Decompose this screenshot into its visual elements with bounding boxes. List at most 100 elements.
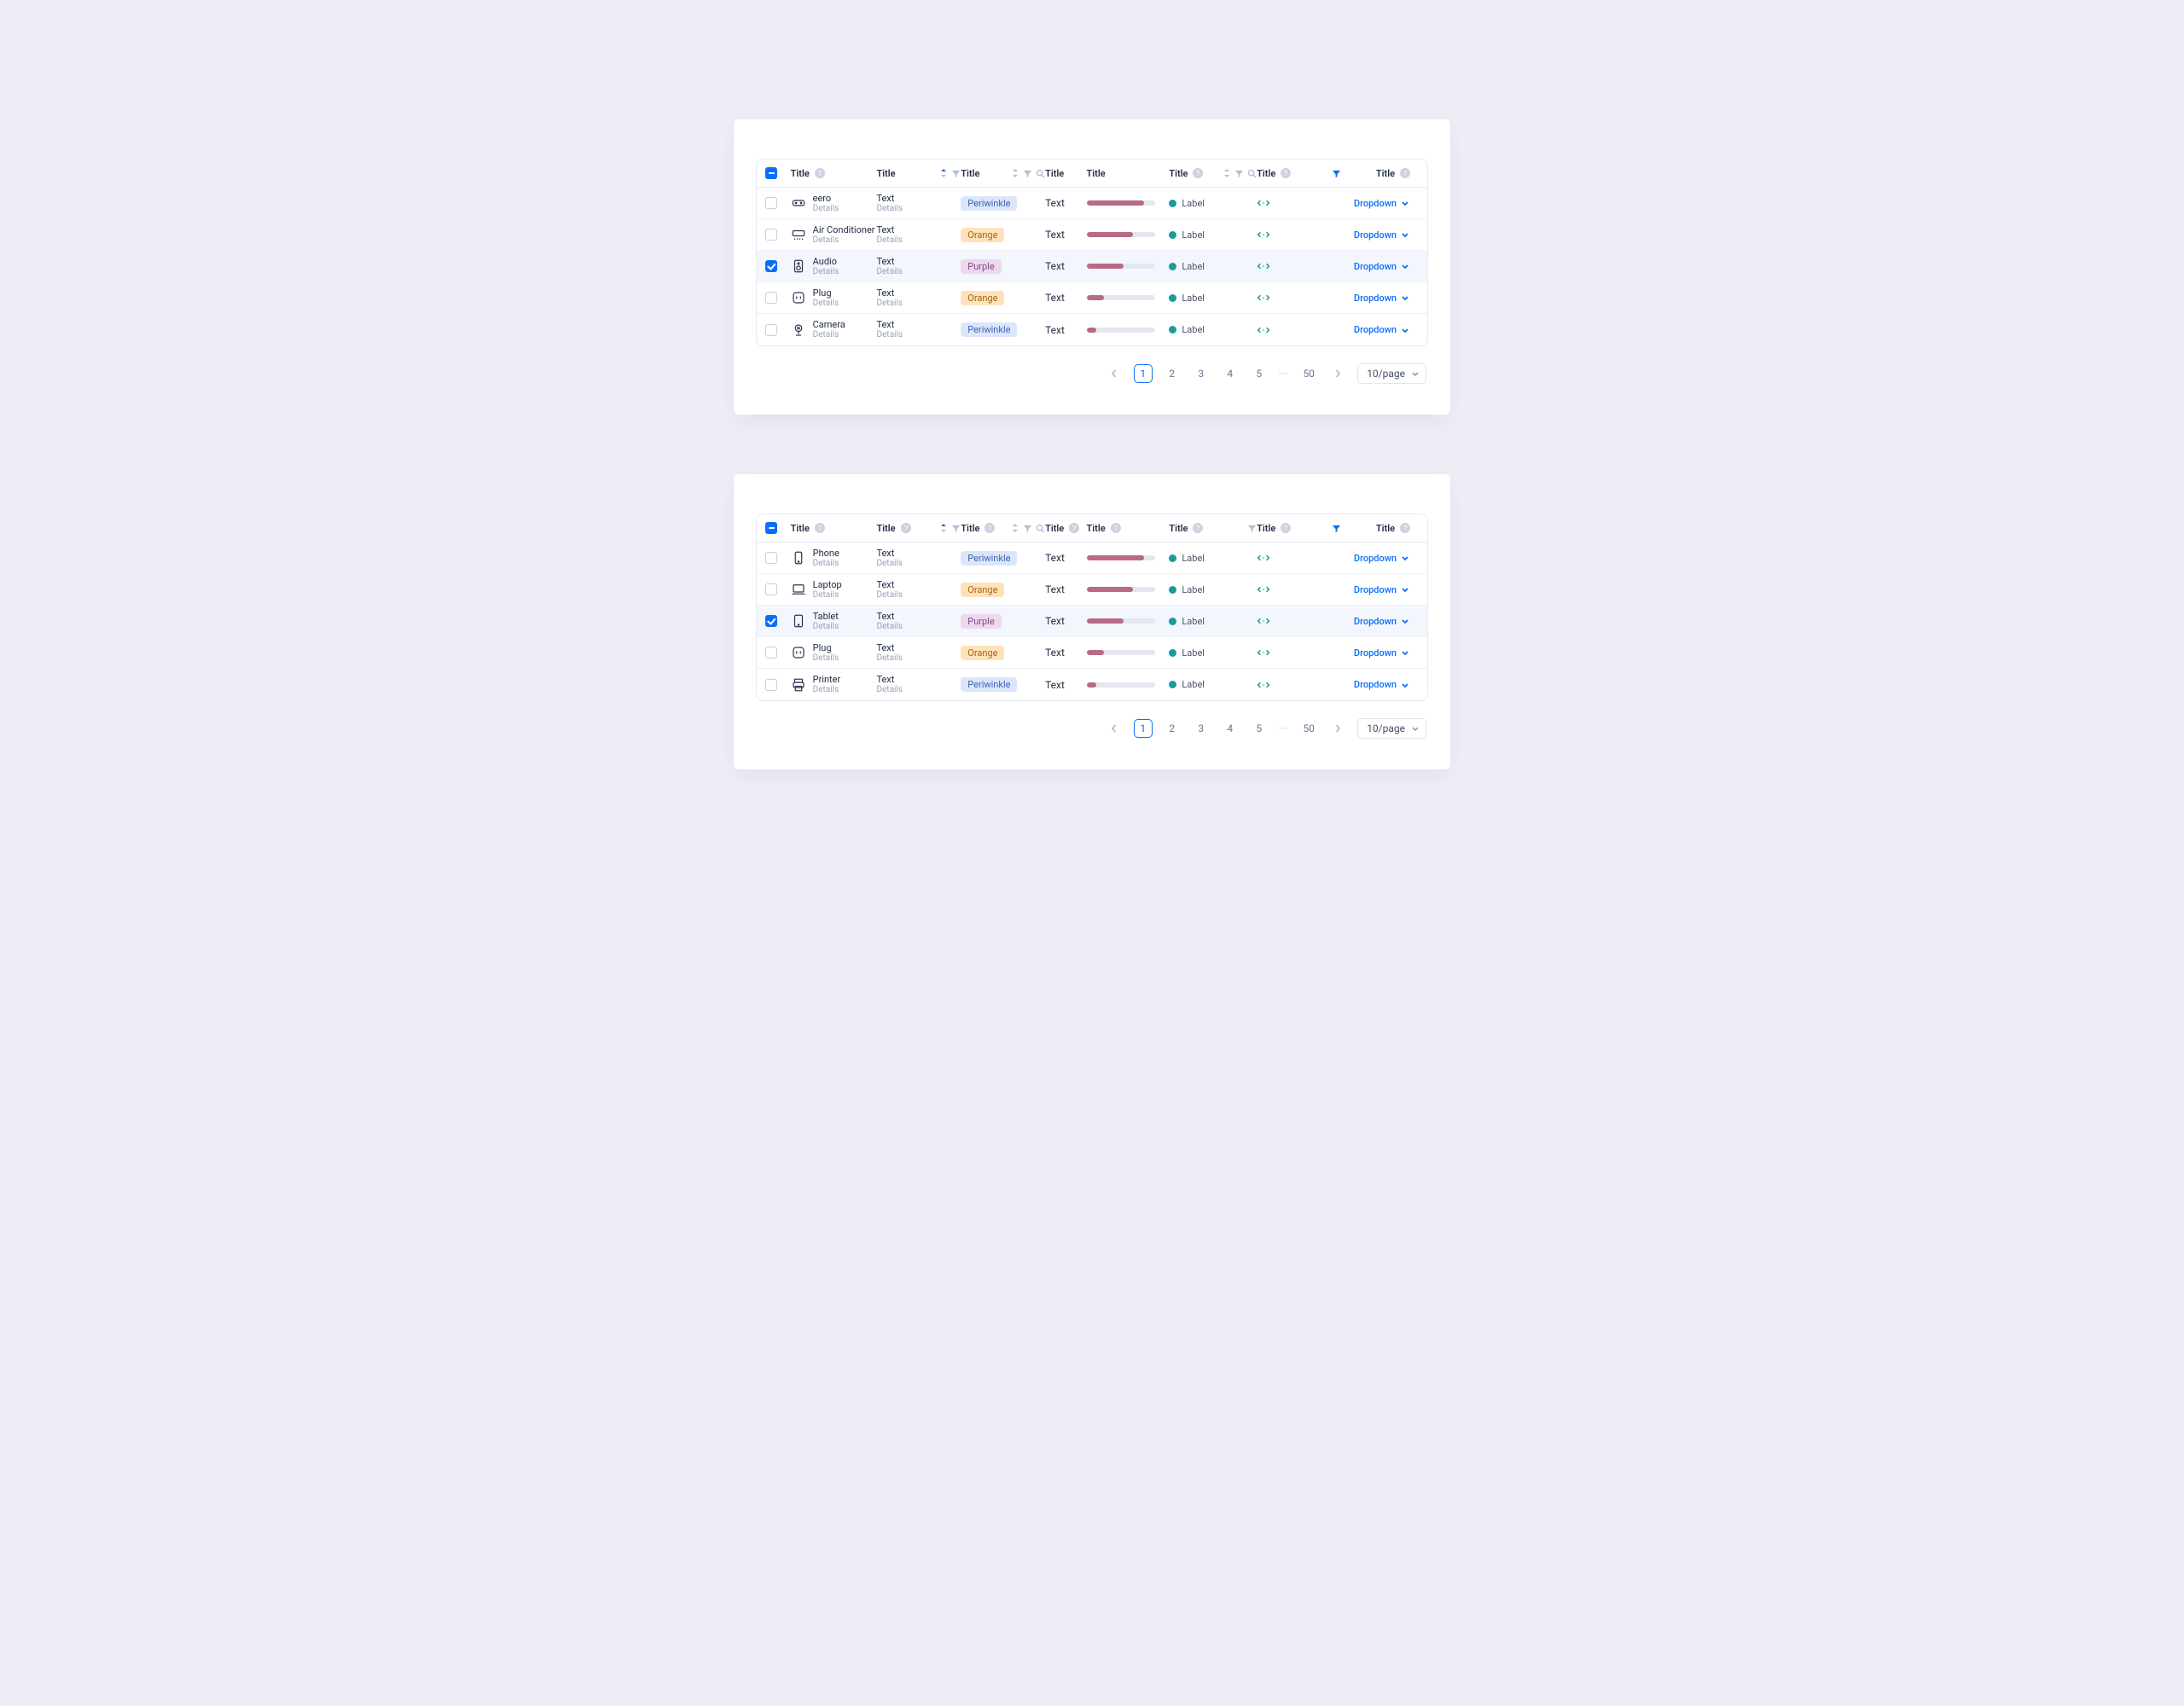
expand-icon[interactable] (1257, 229, 1270, 240)
help-icon[interactable]: ? (1193, 168, 1203, 178)
row-checkbox[interactable] (765, 292, 777, 304)
page-button[interactable]: 1 (1134, 364, 1153, 383)
row-checkbox[interactable] (765, 260, 777, 272)
search-icon[interactable] (1036, 524, 1045, 533)
col-header[interactable]: Title (1376, 523, 1395, 534)
help-icon[interactable]: ? (815, 168, 825, 178)
page-button[interactable]: 3 (1192, 719, 1211, 738)
expand-icon[interactable] (1257, 553, 1270, 563)
row-dropdown[interactable]: Dropdown (1354, 293, 1410, 304)
filter-icon[interactable] (1023, 524, 1032, 533)
row-dropdown[interactable]: Dropdown (1354, 229, 1410, 241)
help-icon[interactable]: ? (1281, 523, 1291, 533)
filter-icon[interactable] (1247, 524, 1257, 533)
help-icon[interactable]: ? (1069, 523, 1079, 533)
row-dropdown[interactable]: Dropdown (1354, 647, 1410, 659)
row-checkbox[interactable] (765, 679, 777, 691)
col-header[interactable]: Title (1257, 523, 1275, 534)
col-header[interactable]: Title (1087, 523, 1106, 534)
sort-icon[interactable] (1223, 168, 1231, 178)
page-button[interactable]: 5 (1250, 719, 1269, 738)
page-button[interactable]: 1 (1134, 719, 1153, 738)
filter-icon[interactable] (1332, 169, 1341, 178)
row-checkbox[interactable] (765, 324, 777, 336)
expand-icon[interactable] (1257, 293, 1270, 303)
text-cell: Text (1045, 615, 1065, 627)
col-header[interactable]: Title (1087, 168, 1106, 179)
expand-icon[interactable] (1257, 261, 1270, 271)
row-dropdown[interactable]: Dropdown (1354, 324, 1410, 335)
page-button[interactable]: 5 (1250, 364, 1269, 383)
row-dropdown[interactable]: Dropdown (1354, 198, 1410, 209)
expand-icon[interactable] (1257, 680, 1270, 690)
col-header[interactable]: Title (1045, 523, 1064, 534)
row-dropdown[interactable]: Dropdown (1354, 261, 1410, 272)
row-checkbox[interactable] (765, 583, 777, 595)
page-next-button[interactable] (1328, 364, 1347, 383)
filter-icon[interactable] (951, 524, 961, 533)
page-button[interactable]: 50 (1299, 364, 1318, 383)
col-header[interactable]: Title (791, 168, 810, 179)
row-dropdown[interactable]: Dropdown (1354, 679, 1410, 690)
expand-icon[interactable] (1257, 584, 1270, 595)
status-dot-icon (1169, 263, 1176, 270)
label-text: Label (1182, 584, 1205, 595)
text-value: Text (876, 548, 903, 559)
col-header[interactable]: Title (1376, 168, 1395, 179)
help-icon[interactable]: ? (1111, 523, 1121, 533)
dropdown-label: Dropdown (1354, 293, 1397, 304)
search-icon[interactable] (1036, 169, 1045, 178)
select-all-checkbox[interactable] (765, 167, 777, 179)
help-icon[interactable]: ? (1193, 523, 1203, 533)
page-prev-button[interactable] (1105, 719, 1124, 738)
table-row: LaptopDetailsTextDetailsOrangeTextLabelD… (757, 574, 1427, 606)
expand-icon[interactable] (1257, 198, 1270, 208)
page-size-select[interactable]: 10/page (1357, 363, 1426, 384)
page-next-button[interactable] (1328, 719, 1347, 738)
sort-icon[interactable] (1011, 168, 1019, 178)
row-dropdown[interactable]: Dropdown (1354, 616, 1410, 627)
row-checkbox[interactable] (765, 647, 777, 659)
page-size-select[interactable]: 10/page (1357, 718, 1426, 739)
page-button[interactable]: 4 (1221, 719, 1240, 738)
sort-icon[interactable] (939, 168, 948, 178)
help-icon[interactable]: ? (901, 523, 911, 533)
col-header[interactable]: Title (1169, 168, 1188, 179)
expand-icon[interactable] (1257, 616, 1270, 626)
filter-icon[interactable] (1023, 169, 1032, 178)
page-button[interactable]: 2 (1163, 719, 1182, 738)
col-header[interactable]: Title (961, 523, 979, 534)
page-button[interactable]: 4 (1221, 364, 1240, 383)
row-dropdown[interactable]: Dropdown (1354, 553, 1410, 564)
col-header[interactable]: Title (1169, 523, 1188, 534)
search-icon[interactable] (1247, 169, 1257, 178)
help-icon[interactable]: ? (1400, 168, 1410, 178)
sort-icon[interactable] (939, 523, 948, 533)
col-header[interactable]: Title (791, 523, 810, 534)
col-header[interactable]: Title (961, 168, 979, 179)
page-button[interactable]: 2 (1163, 364, 1182, 383)
sort-icon[interactable] (1011, 523, 1019, 533)
filter-icon[interactable] (951, 169, 961, 178)
row-checkbox[interactable] (765, 197, 777, 209)
select-all-checkbox[interactable] (765, 522, 777, 534)
help-icon[interactable]: ? (985, 523, 995, 533)
help-icon[interactable]: ? (815, 523, 825, 533)
filter-icon[interactable] (1332, 524, 1341, 533)
expand-icon[interactable] (1257, 325, 1270, 335)
row-dropdown[interactable]: Dropdown (1354, 584, 1410, 595)
col-header[interactable]: Title (876, 523, 895, 534)
row-checkbox[interactable] (765, 615, 777, 627)
row-checkbox[interactable] (765, 229, 777, 241)
help-icon[interactable]: ? (1400, 523, 1410, 533)
page-button[interactable]: 3 (1192, 364, 1211, 383)
row-checkbox[interactable] (765, 552, 777, 564)
page-prev-button[interactable] (1105, 364, 1124, 383)
col-header[interactable]: Title (1045, 168, 1064, 179)
page-button[interactable]: 50 (1299, 719, 1318, 738)
col-header[interactable]: Title (1257, 168, 1275, 179)
help-icon[interactable]: ? (1281, 168, 1291, 178)
filter-icon[interactable] (1234, 169, 1244, 178)
col-header[interactable]: Title (876, 168, 895, 179)
expand-icon[interactable] (1257, 647, 1270, 658)
